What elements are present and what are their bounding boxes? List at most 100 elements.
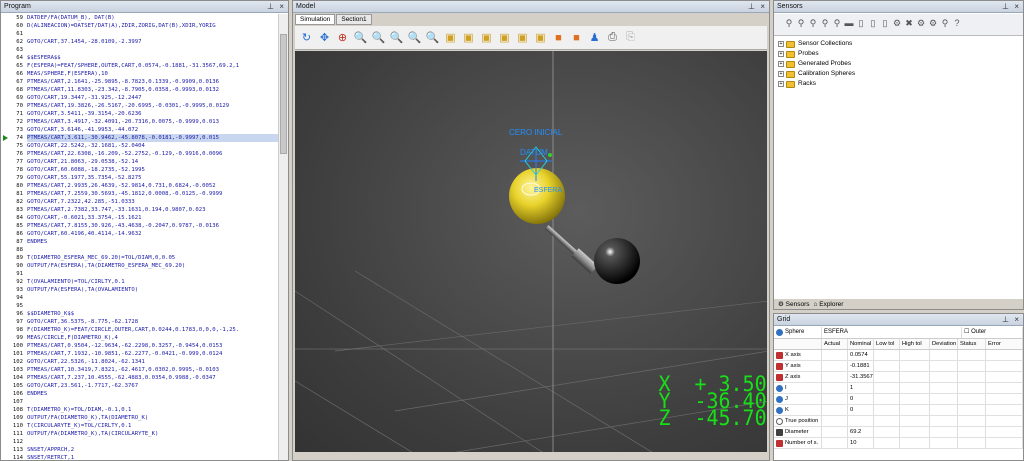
sensor-tool-icon[interactable]: ⚲ (832, 18, 842, 32)
code-line[interactable]: 85 PTMEAS/CART,7.8155,30.926,-43.4638,-0.… (1, 222, 278, 230)
settings-icon[interactable]: ⚙ (928, 18, 938, 32)
grid-cell[interactable] (822, 416, 848, 426)
code-line[interactable]: 65 F(ESFERA)=FEAT/SPHERE,OUTER,CART,0.057… (1, 62, 278, 70)
grid-cell[interactable] (874, 394, 900, 404)
code-line[interactable]: 91 (1, 270, 278, 278)
grid-row[interactable]: X axis 0.0574 (774, 350, 1023, 361)
grid-cell[interactable] (874, 361, 900, 371)
grid-row[interactable]: J0 (774, 394, 1023, 405)
code-line[interactable]: 81 PTMEAS/CART,7.2559,30.5693,-45.1812,0.… (1, 190, 278, 198)
grid-cell[interactable] (822, 405, 848, 415)
grid-cell[interactable] (930, 405, 958, 415)
code-line[interactable]: 111 OUTPUT/FA(DIAMETRO_K),TA(CIRCULARYTE_… (1, 430, 278, 438)
rack-icon[interactable]: ▯ (856, 18, 866, 32)
grid-cell[interactable] (930, 438, 958, 448)
close-icon[interactable]: × (760, 1, 765, 12)
code-line[interactable]: 71 GOTO/CART,3.5411,-39.3154,-20.6236 (1, 110, 278, 118)
grid-cell[interactable] (822, 372, 848, 382)
code-line[interactable]: 59 DATDEF/FA(DATUM_B), DAT(B) (1, 14, 278, 22)
code-line[interactable]: 108 T(DIAMETRO_K)=TOL/DIAM,-0.1,0.1 (1, 406, 278, 414)
grid-cell[interactable] (958, 394, 986, 404)
grid-header-cell[interactable]: Status (958, 339, 986, 349)
program-scrollbar[interactable] (278, 14, 288, 460)
grid-header-cell[interactable]: Low tol (874, 339, 900, 349)
tree-item[interactable]: + Generated Probes (778, 59, 855, 69)
code-line[interactable]: 107 (1, 398, 278, 406)
code-line[interactable]: 69 GOTO/CART,19.3447,-31.925,-12.2447 (1, 94, 278, 102)
grid-cell[interactable] (822, 394, 848, 404)
zoom-all-icon[interactable]: 🔍 (406, 29, 423, 46)
nominal-cell[interactable] (848, 416, 874, 426)
code-line[interactable]: 84 GOTO/CART,-0.6021,33.3754,-15.1621 (1, 214, 278, 222)
zoom-out-icon[interactable]: 🔍 (370, 29, 387, 46)
code-line[interactable]: 75 GOTO/CART,22.5242,-32.1681,-52.0404 (1, 142, 278, 150)
gear-icon[interactable]: ⚙ (916, 18, 926, 32)
code-line[interactable]: 104 PTMEAS/CART,7.237,10.4555,-62.4883,0.… (1, 374, 278, 382)
grid-row[interactable]: True position (774, 416, 1023, 427)
camera-icon[interactable]: ▬ (844, 18, 854, 32)
code-line[interactable]: 66 MEAS/SPHERE,F(ESFERA),10 (1, 70, 278, 78)
code-line[interactable]: 106 ENDMES (1, 390, 278, 398)
grid-cell[interactable] (958, 427, 986, 437)
sensor-tool-icon[interactable]: ⚲ (808, 18, 818, 32)
tree-item[interactable]: + Racks (778, 79, 855, 89)
pan-icon[interactable]: ✥ (316, 29, 333, 46)
view-front-icon[interactable]: ▣ (460, 29, 477, 46)
code-line[interactable]: 61 (1, 30, 278, 38)
close-icon[interactable]: × (1014, 314, 1019, 325)
code-line[interactable]: 103 PTMEAS/CART,10.3419,7.8321,-62.4617,0… (1, 366, 278, 374)
code-line[interactable]: 63 (1, 46, 278, 54)
expand-icon[interactable]: + (778, 41, 784, 47)
program-editor[interactable]: 59 DATDEF/FA(DATUM_B), DAT(B) 60 D(ALINEACI… (1, 14, 278, 460)
nominal-cell[interactable]: 1 (848, 383, 874, 393)
zoom-window-icon[interactable]: 🔍 (388, 29, 405, 46)
code-line[interactable]: 109 OUTPUT/FA(DIAMETRO_K),TA(DIAMETRO_K) (1, 414, 278, 422)
grid-cell[interactable] (822, 383, 848, 393)
tools-icon[interactable]: ✖ (904, 18, 914, 32)
grid-cell[interactable] (900, 427, 930, 437)
code-line[interactable]: 94 (1, 294, 278, 302)
grid-cell[interactable] (986, 394, 1023, 404)
grid-cell[interactable] (958, 361, 986, 371)
grid-cell[interactable] (986, 350, 1023, 360)
3d-viewport[interactable]: CERO INICIAL DATUM ESFERA X + 3.5085 Y -… (295, 51, 767, 452)
code-line[interactable]: 70 PTMEAS/CART,19.3826,-26.5167,-20.6995,… (1, 102, 278, 110)
code-line[interactable]: 60 D(ALINEACION)=DATSET/DAT(A),ZDIR,ZORIG… (1, 22, 278, 30)
rotate-icon[interactable]: ↻ (298, 29, 315, 46)
grid-cell[interactable] (930, 372, 958, 382)
zoom-select-icon[interactable]: 🔍 (424, 29, 441, 46)
code-line[interactable]: 89 T(DIAMETRO_ESFERA_MEC_69.20)=TOL/DIAM,… (1, 254, 278, 262)
close-icon[interactable]: × (1014, 1, 1019, 12)
grid-header-cell[interactable]: Actual (822, 339, 848, 349)
grid-cell[interactable] (986, 405, 1023, 415)
grid-cell[interactable] (986, 438, 1023, 448)
sensor-tool-icon[interactable]: ⚲ (784, 18, 794, 32)
rack-icon[interactable]: ▯ (868, 18, 878, 32)
grid-cell[interactable] (822, 438, 848, 448)
grid-row[interactable]: Z axis -31.3567 (774, 372, 1023, 383)
grid-cell[interactable] (874, 350, 900, 360)
code-line[interactable]: 102 GOTO/CART,22.5326,-11.8024,-62.1341 (1, 358, 278, 366)
feature-type-cell[interactable]: ☐ Outer (962, 327, 1023, 338)
feature-name-cell[interactable]: ESFERA (822, 327, 962, 338)
grid-header-cell[interactable]: Error (986, 339, 1023, 349)
grid-cell[interactable] (822, 361, 848, 371)
grid-row[interactable]: Number of s. 10 (774, 438, 1023, 449)
grid-row[interactable]: Y axis -0.1881 (774, 361, 1023, 372)
code-line[interactable]: 79 GOTO/CART,55.1977,35.7354,-52.8275 (1, 174, 278, 182)
nominal-cell[interactable]: 0 (848, 394, 874, 404)
probe-icon[interactable]: ♟ (586, 29, 603, 46)
code-line[interactable]: 77 GOTO/CART,21.8063,-29.0538,-52.14 (1, 158, 278, 166)
code-line[interactable]: 82 GOTO/CART,7.2322,42.285,-51.0333 (1, 198, 278, 206)
grid-cell[interactable] (874, 427, 900, 437)
calibration-sphere[interactable] (509, 168, 565, 224)
code-line[interactable]: 67 PTMEAS/CART,2.1641,-25.9895,-8.7823,0.… (1, 78, 278, 86)
tab-section1[interactable]: Section1 (336, 14, 372, 25)
grid-cell[interactable] (986, 383, 1023, 393)
grid-cell[interactable] (958, 350, 986, 360)
grid-cell[interactable] (986, 361, 1023, 371)
expand-icon[interactable]: + (778, 81, 784, 87)
grid-cell[interactable] (822, 350, 848, 360)
sensor-tool-icon[interactable]: ⚲ (796, 18, 806, 32)
rack-icon[interactable]: ▯ (880, 18, 890, 32)
